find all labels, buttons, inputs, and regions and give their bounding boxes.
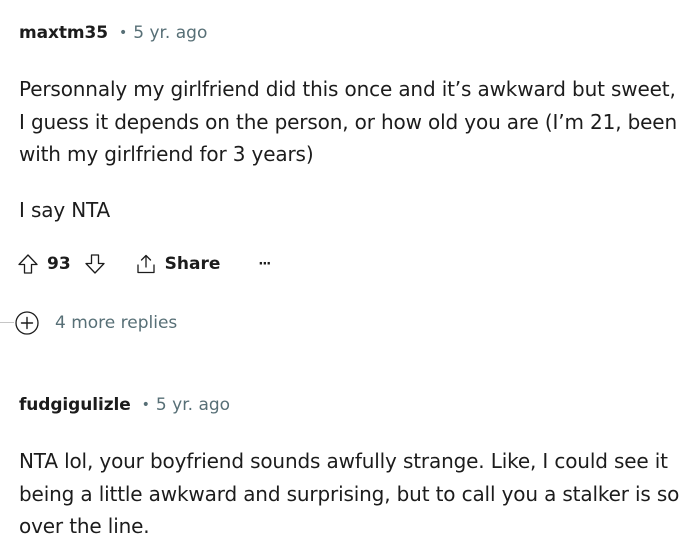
overflow-menu-icon[interactable]: ··· bbox=[258, 249, 271, 279]
meta-separator: • bbox=[118, 25, 128, 41]
comment-line: with my girlfriend for 3 years) bbox=[19, 142, 314, 166]
meta-separator: • bbox=[141, 397, 150, 413]
comment-timestamp[interactable]: 5 yr. ago bbox=[156, 395, 230, 415]
comment-line: I guess it depends on the person, or how… bbox=[19, 109, 677, 134]
comment-fudgigulizle: fudgigulizle • 5 yr. ago NTA lol, your b… bbox=[19, 393, 700, 538]
comment-meta: maxtm35 • 5 yr. ago bbox=[19, 21, 700, 45]
comment-body: NTA lol, your boyfriend sounds awfully s… bbox=[19, 445, 679, 543]
comment-meta: fudgigulizle • 5 yr. ago bbox=[19, 393, 700, 417]
downvote-arrow-icon[interactable] bbox=[81, 249, 109, 279]
comment-actions: 93 Share ··· bbox=[14, 249, 271, 279]
thread-connector-line bbox=[0, 322, 14, 323]
comment-maxtm35: maxtm35 • 5 yr. ago Personnaly my girlfr… bbox=[18, 21, 700, 274]
comment-timestamp[interactable]: 5 yr. ago bbox=[133, 23, 207, 43]
vote-count: 93 bbox=[47, 254, 71, 274]
upvote-arrow-icon[interactable] bbox=[14, 249, 42, 279]
more-replies-button[interactable]: 4 more replies bbox=[14, 309, 177, 337]
comment-author[interactable]: fudgigulizle bbox=[19, 395, 131, 415]
more-replies-label: 4 more replies bbox=[55, 313, 178, 333]
share-icon bbox=[135, 253, 157, 275]
comment-line: NTA lol, your boyfriend sounds awfully s… bbox=[19, 449, 668, 473]
share-button[interactable]: Share bbox=[135, 249, 221, 279]
comment-line: being a little awkward and surprising, b… bbox=[19, 481, 680, 506]
comment-line: Personnaly my girlfriend did this once a… bbox=[19, 77, 676, 101]
comment-line: I say NTA bbox=[19, 197, 111, 222]
comment-line: over the line. bbox=[19, 514, 150, 538]
share-label: Share bbox=[164, 254, 221, 274]
comment-author[interactable]: maxtm35 bbox=[19, 23, 108, 43]
comment-body: Personnaly my girlfriend did this once a… bbox=[19, 73, 677, 226]
expand-plus-icon bbox=[14, 310, 40, 336]
